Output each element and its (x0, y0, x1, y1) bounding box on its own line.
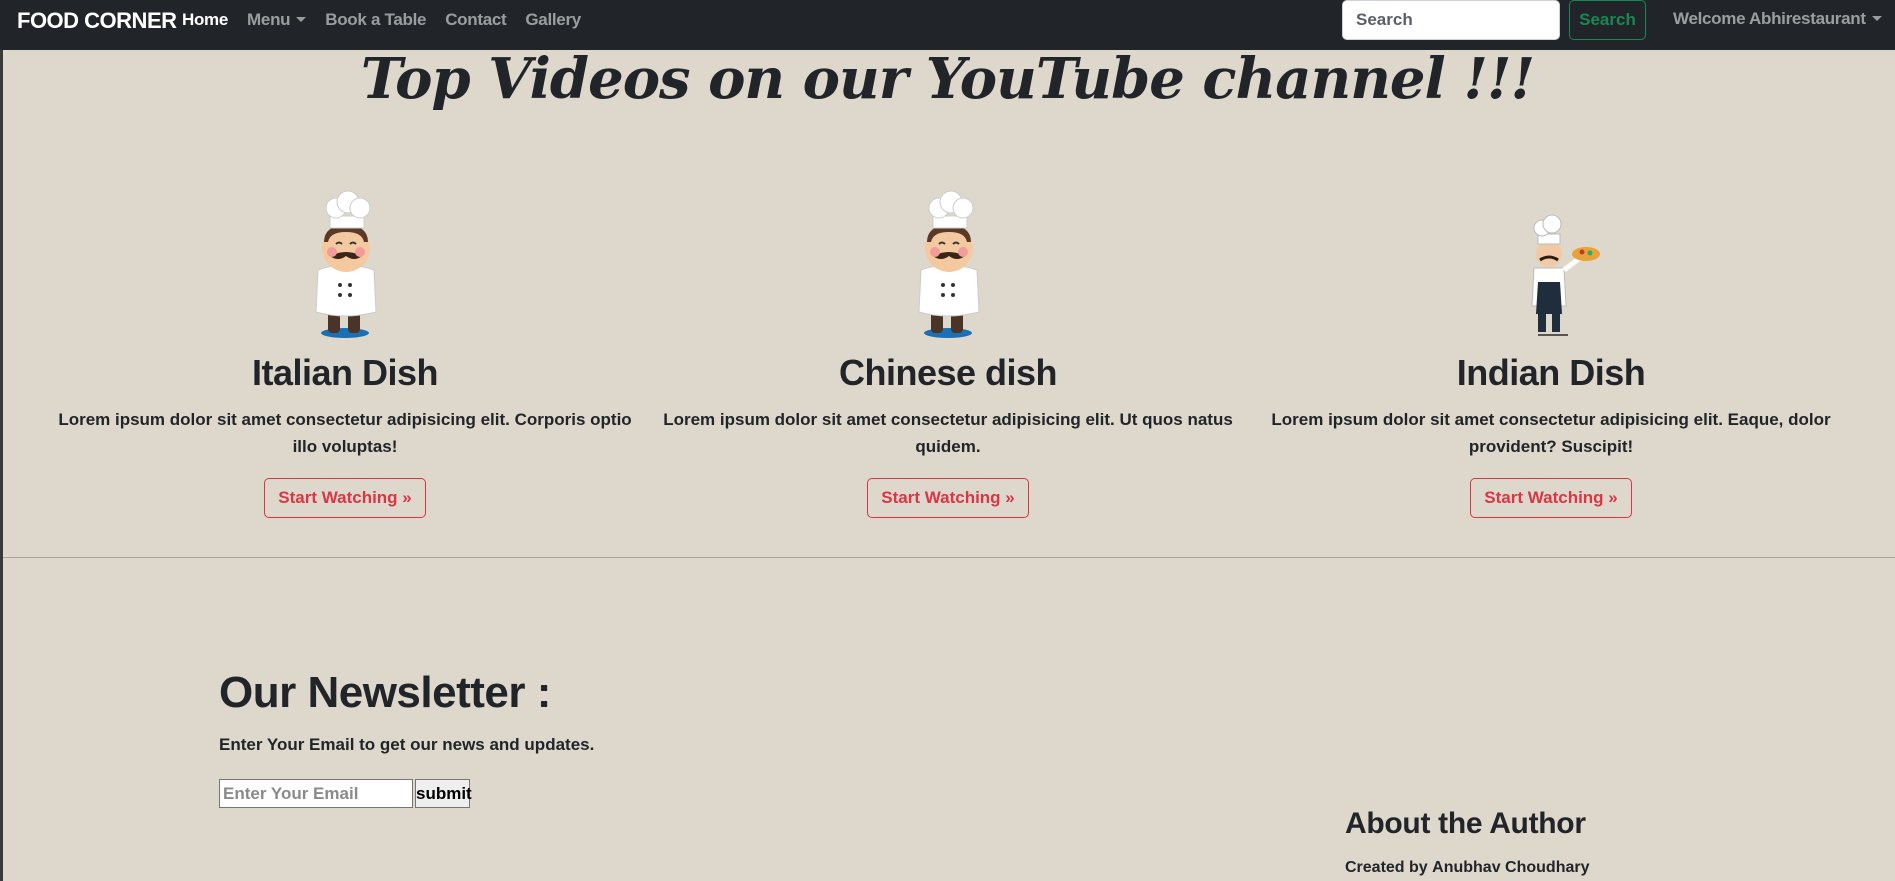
card-title: Indian Dish (1456, 352, 1646, 393)
about-title: About the Author (1345, 807, 1586, 840)
start-watching-button[interactable]: Start Watching » (1470, 478, 1632, 518)
start-watching-button[interactable]: Start Watching » (264, 478, 426, 518)
chef-mustache-icon (290, 190, 400, 340)
section-divider (3, 557, 1895, 558)
start-watching-button[interactable]: Start Watching » (867, 478, 1029, 518)
card-title: Italian Dish (251, 352, 439, 393)
nav-contact[interactable]: Contact (445, 10, 506, 30)
chevron-down-icon (296, 17, 307, 22)
nav-menu-dropdown[interactable]: Menu (247, 10, 307, 30)
page-heading: Top Videos on our YouTube channel !!! (360, 46, 1535, 112)
author-name: Anubhav Choudhary (1432, 859, 1590, 876)
chevron-down-icon (1871, 16, 1882, 21)
video-card: Italian Dish Lorem ipsum dolor sit amet … (45, 190, 645, 518)
card-text: Lorem ipsum dolor sit amet consectetur a… (58, 410, 632, 456)
card-title: Chinese dish (838, 352, 1058, 393)
user-dropdown[interactable]: Welcome Abhirestaurant (1673, 9, 1882, 29)
welcome-label: Welcome Abhirestaurant (1673, 9, 1866, 28)
created-by-label: Created by (1345, 859, 1428, 876)
nav-gallery[interactable]: Gallery (525, 10, 581, 30)
nav-home[interactable]: Home (182, 10, 228, 30)
chef-mustache-icon (893, 190, 1003, 340)
submit-button[interactable]: submit (415, 779, 472, 808)
left-border (0, 50, 3, 881)
video-card: Indian Dish Lorem ipsum dolor sit amet c… (1251, 190, 1851, 518)
video-card: Chinese dish Lorem ipsum dolor sit amet … (648, 190, 1248, 518)
search-input[interactable] (1342, 0, 1560, 40)
card-text: Lorem ipsum dolor sit amet consectetur a… (1271, 410, 1831, 456)
nav-book-table[interactable]: Book a Table (325, 10, 426, 30)
navbar: FOOD CORNER Home Menu Book a Table Conta… (0, 0, 1895, 50)
newsletter-text: Enter Your Email to get our news and upd… (219, 735, 595, 754)
email-field[interactable] (219, 779, 413, 808)
chef-pizza-icon (1496, 190, 1606, 340)
newsletter-title: Our Newsletter : (219, 668, 551, 717)
search-button[interactable]: Search (1569, 0, 1646, 40)
brand-logo[interactable]: FOOD CORNER (17, 8, 177, 34)
about-text: Created by Anubhav Choudhary (1345, 859, 1590, 877)
nav-menu-label: Menu (247, 10, 291, 29)
card-text: Lorem ipsum dolor sit amet consectetur a… (663, 410, 1233, 456)
nav-links: Home Menu Book a Table Contact Gallery (182, 10, 600, 30)
